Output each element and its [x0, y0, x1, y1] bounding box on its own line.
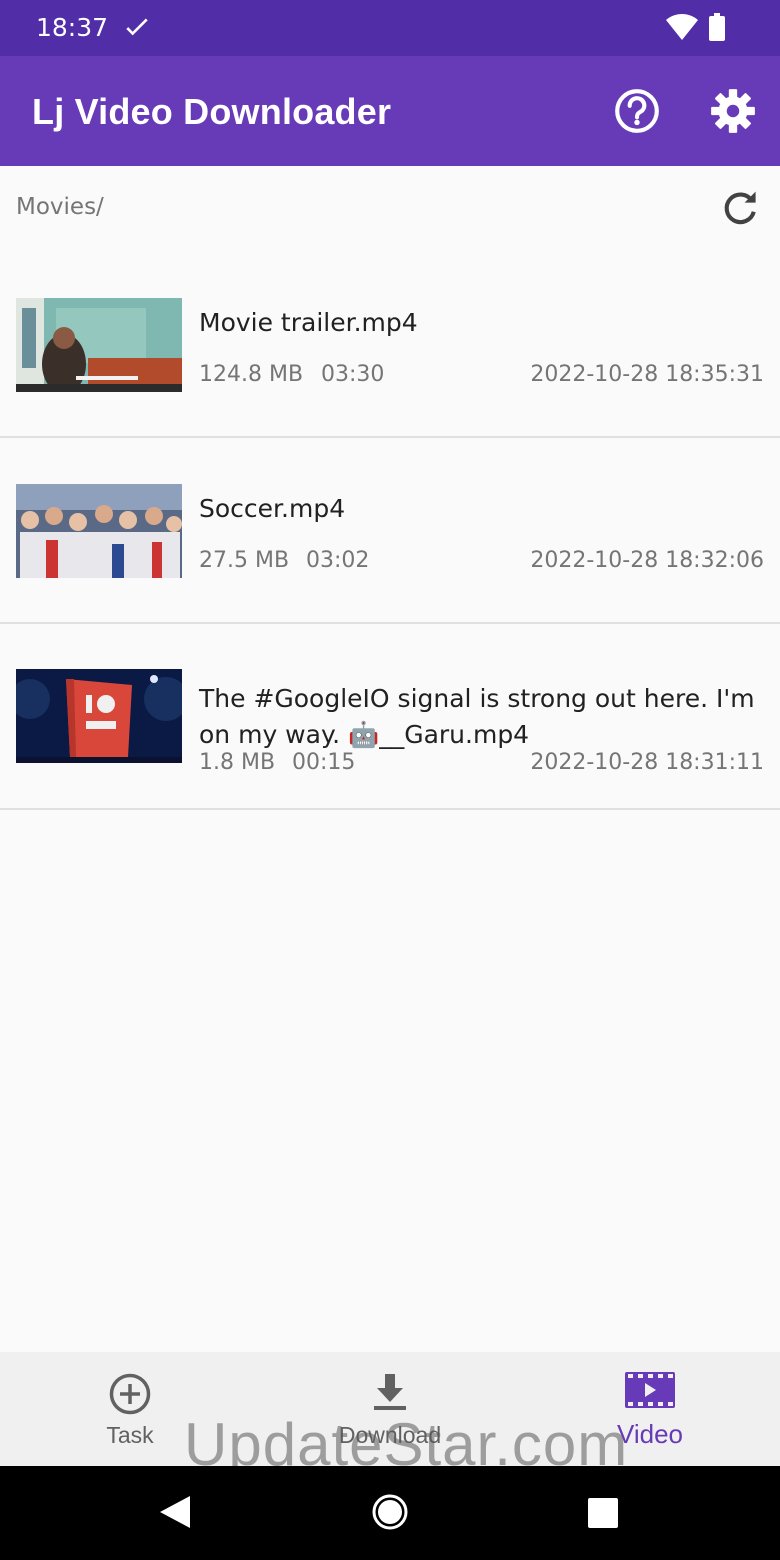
status-time: 18:37: [36, 13, 109, 42]
video-date: 2022-10-28 18:35:31: [530, 362, 764, 387]
app-title: Lj Video Downloader: [32, 91, 392, 132]
video-size: 27.5 MB: [199, 548, 290, 573]
bottom-navigation: Task Download Video: [0, 1352, 780, 1466]
add-circle-icon: [108, 1372, 152, 1420]
video-date: 2022-10-28 18:32:06: [530, 548, 764, 573]
video-duration: 03:30: [321, 362, 385, 387]
tab-download-label: Download: [338, 1422, 442, 1448]
video-thumbnail: [16, 298, 182, 392]
video-list: Movie trailer.mp4 124.8 MB 03:30 2022-10…: [0, 252, 780, 810]
list-item[interactable]: Soccer.mp4 27.5 MB 03:02 2022-10-28 18:3…: [0, 438, 780, 624]
help-button[interactable]: [612, 86, 662, 136]
check-icon: [124, 14, 150, 44]
tab-video[interactable]: Video: [550, 1352, 750, 1466]
refresh-icon: [724, 191, 756, 225]
status-bar: 18:37: [0, 0, 780, 56]
refresh-button[interactable]: [718, 187, 762, 231]
system-navigation-bar: [0, 1466, 780, 1560]
wifi-icon: [666, 14, 698, 44]
video-name: Movie trailer.mp4: [199, 308, 418, 337]
tab-task-label: Task: [106, 1422, 154, 1448]
video-duration: 03:02: [306, 548, 370, 573]
video-duration: 00:15: [292, 750, 356, 775]
home-icon[interactable]: [371, 1493, 409, 1535]
video-size: 124.8 MB: [199, 362, 304, 387]
video-size: 1.8 MB: [199, 750, 276, 775]
app-bar: Lj Video Downloader: [0, 56, 780, 166]
back-icon[interactable]: [158, 1494, 192, 1534]
video-name: Soccer.mp4: [199, 494, 346, 523]
folder-path: Movies/: [16, 194, 104, 220]
gear-icon: [711, 89, 755, 133]
settings-button[interactable]: [708, 86, 758, 136]
video-name: The #GoogleIO signal is strong out here.…: [199, 684, 755, 749]
tab-task[interactable]: Task: [30, 1352, 230, 1466]
tab-video-label: Video: [616, 1419, 684, 1449]
video-thumbnail: [16, 484, 182, 578]
recent-apps-icon[interactable]: [588, 1498, 618, 1532]
path-row: Movies/: [0, 166, 780, 250]
list-item[interactable]: Movie trailer.mp4 124.8 MB 03:30 2022-10…: [0, 252, 780, 438]
battery-icon: [709, 13, 725, 45]
video-date: 2022-10-28 18:31:11: [530, 750, 764, 775]
video-icon: [625, 1372, 675, 1412]
tab-download[interactable]: Download: [290, 1352, 490, 1466]
video-thumbnail: [16, 669, 182, 763]
download-icon: [372, 1372, 408, 1416]
list-item[interactable]: The #GoogleIO signal is strong out here.…: [0, 624, 780, 810]
help-circle-icon: [615, 89, 659, 133]
